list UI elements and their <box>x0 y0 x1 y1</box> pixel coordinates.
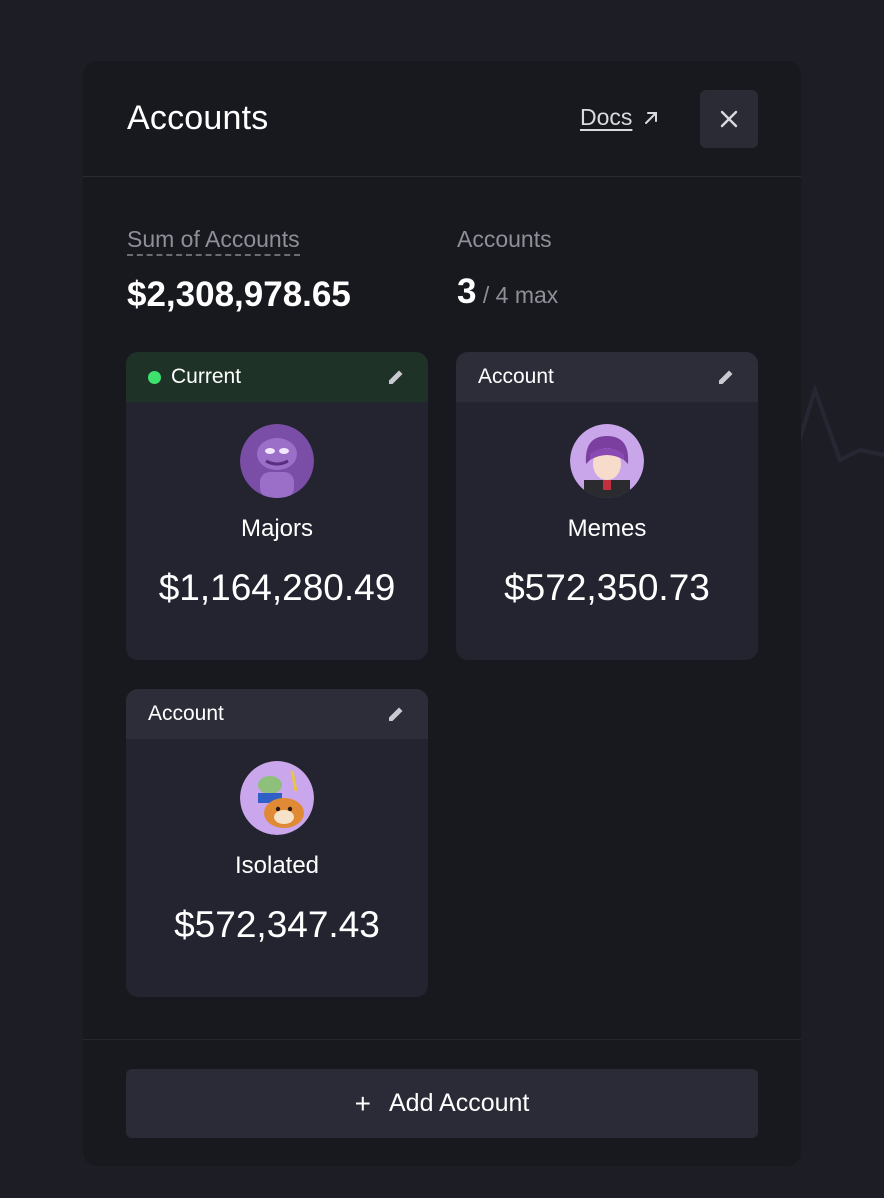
accounts-count-number: 3 <box>457 272 477 311</box>
external-link-icon <box>645 111 658 124</box>
accounts-max: / 4 max <box>476 282 559 308</box>
add-account-label: Add Account <box>388 1089 530 1117</box>
account-card-header: Account <box>456 352 758 402</box>
add-account-button[interactable]: + Add Account <box>126 1069 758 1138</box>
account-card-isolated[interactable]: Account Isolated $572,347.43 <box>126 689 428 997</box>
account-card-memes[interactable]: Account Memes $572,350.73 <box>456 352 758 660</box>
account-balance: $572,347.43 <box>174 904 380 945</box>
account-name: Isolated <box>234 852 320 879</box>
modal-title: Accounts <box>127 99 269 137</box>
sum-of-accounts-label[interactable]: Sum of Accounts <box>127 226 300 256</box>
account-card-header-label: Current <box>171 365 242 388</box>
plus-icon: + <box>354 1087 371 1119</box>
close-button[interactable] <box>700 90 758 148</box>
anime-avatar <box>570 424 644 498</box>
account-card-header-label: Account <box>478 365 554 388</box>
account-name: Majors <box>240 515 313 542</box>
close-icon <box>720 110 738 128</box>
accounts-count-label: Accounts <box>457 226 552 252</box>
account-card-header-label: Account <box>148 702 224 725</box>
account-card-header: Current <box>126 352 428 402</box>
accounts-modal: Accounts Docs Sum of Accounts $2,308,978… <box>83 61 801 1166</box>
accounts-count-value: 3 / 4 max <box>457 272 558 312</box>
accounts-summary: Sum of Accounts $2,308,978.65 Accounts 3… <box>127 226 767 326</box>
pencil-icon[interactable] <box>386 367 406 387</box>
account-balance: $572,350.73 <box>504 567 710 608</box>
footer-divider <box>83 1039 801 1040</box>
sum-of-accounts: Sum of Accounts $2,308,978.65 <box>127 226 351 315</box>
current-status-dot <box>148 370 161 384</box>
docs-link[interactable]: Docs <box>580 104 660 131</box>
modal-header: Accounts Docs <box>83 61 801 177</box>
pencil-icon[interactable] <box>716 367 736 387</box>
pencil-icon[interactable] <box>386 704 406 724</box>
account-name: Memes <box>567 515 647 542</box>
sum-of-accounts-value: $2,308,978.65 <box>127 275 351 314</box>
accounts-count: Accounts 3 / 4 max <box>457 226 558 312</box>
docs-link-label: Docs <box>580 104 633 130</box>
pepe-avatar <box>240 424 314 498</box>
account-card-header: Account <box>126 689 428 739</box>
pepe-doge-avatar <box>240 761 314 835</box>
account-balance: $1,164,280.49 <box>158 567 396 608</box>
account-card-majors[interactable]: Current Majors $1,164,280.49 <box>126 352 428 660</box>
